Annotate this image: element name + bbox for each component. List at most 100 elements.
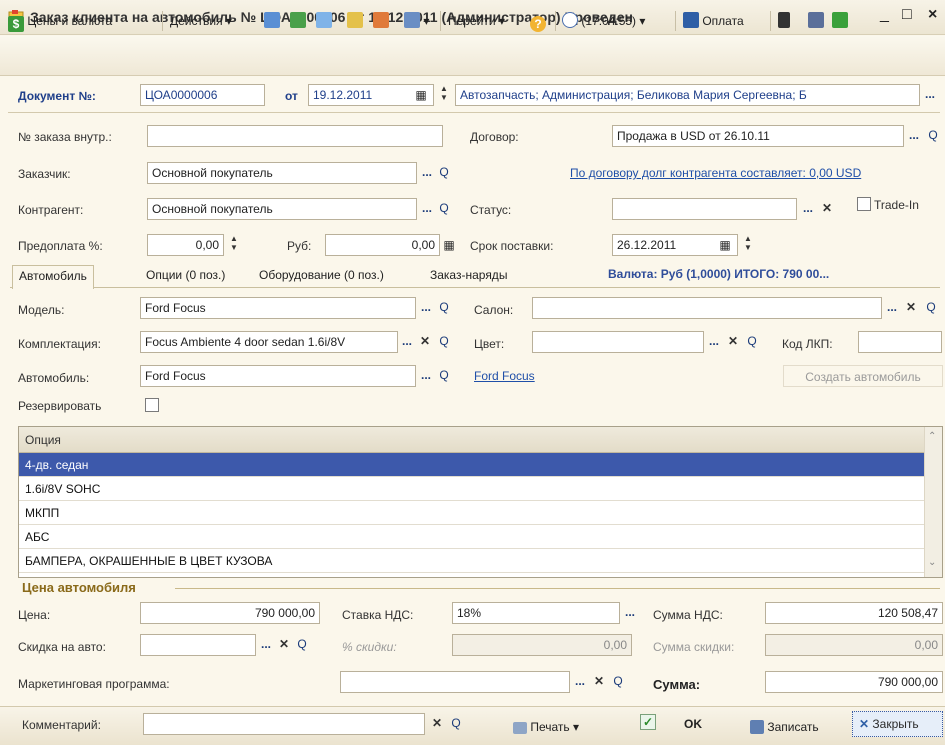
status-select-button[interactable]: ... xyxy=(800,200,816,218)
marketing-field[interactable] xyxy=(340,671,570,693)
color-field[interactable] xyxy=(532,331,704,353)
contract-select-button[interactable]: ... xyxy=(906,127,922,145)
marketing-search-icon[interactable]: Q xyxy=(611,673,625,691)
close-window-button[interactable]: × xyxy=(928,6,937,24)
calendar-icon[interactable]: ▦ xyxy=(413,86,429,104)
model-field[interactable]: Ford Focus xyxy=(140,297,416,319)
payment-button[interactable]: Оплата xyxy=(683,11,744,31)
total-field[interactable]: 790 000,00 xyxy=(765,671,943,693)
fill-button[interactable] xyxy=(264,11,280,31)
table-row[interactable]: 4-дв. седан xyxy=(19,453,924,477)
rub-field[interactable]: 0,00 xyxy=(325,234,440,256)
tab-options[interactable]: Опции (0 поз.) xyxy=(140,265,231,288)
scroll-down-icon[interactable]: ⌄ xyxy=(928,557,936,568)
help-button[interactable]: ? xyxy=(530,11,546,32)
ok-button[interactable]: OK xyxy=(684,717,702,731)
salon-clear-icon[interactable]: ✕ xyxy=(904,299,918,317)
goto-menu[interactable]: Перейти ▾ xyxy=(448,11,505,31)
reserve-checkbox[interactable] xyxy=(145,398,159,412)
salon-field[interactable] xyxy=(532,297,882,319)
kit-clear-icon[interactable]: ✕ xyxy=(418,333,432,351)
refresh-button[interactable] xyxy=(290,11,306,31)
customer-select-button[interactable]: ... xyxy=(419,164,435,182)
checkmark-icon[interactable]: ✓ xyxy=(640,714,656,730)
copy-button[interactable] xyxy=(316,11,332,31)
model-select-button[interactable]: ... xyxy=(418,299,434,317)
price-field[interactable]: 790 000,00 xyxy=(140,602,320,624)
comment-search-icon[interactable]: Q xyxy=(449,715,463,733)
table-row[interactable]: АБС xyxy=(19,525,924,549)
create-auto-button[interactable]: Создать автомобиль xyxy=(783,365,943,387)
close-button[interactable]: ✕ Закрыть xyxy=(852,711,943,737)
vat-rate-select-button[interactable]: ... xyxy=(622,604,638,622)
options-table[interactable]: Опция 4-дв. седан 1.6i/8V SOHC МКПП АБС … xyxy=(18,426,943,578)
kit-search-icon[interactable]: Q xyxy=(437,333,451,351)
options-scrollbar[interactable]: ⌃ ⌄ xyxy=(924,427,942,577)
debt-link[interactable]: По договору долг контрагента составляет:… xyxy=(570,166,861,180)
auto-link[interactable]: Ford Focus xyxy=(474,369,535,383)
discount-select-button[interactable]: ... xyxy=(258,636,274,654)
delivery-calendar-icon[interactable]: ▦ xyxy=(717,236,733,254)
auto-search-icon[interactable]: Q xyxy=(437,367,451,385)
based-on-button[interactable]: ▾ xyxy=(404,11,429,31)
kit-select-button[interactable]: ... xyxy=(399,333,415,351)
contract-field[interactable]: Продажа в USD от 26.10.11 xyxy=(612,125,904,147)
scroll-up-icon[interactable]: ⌃ xyxy=(928,431,936,442)
vat-sum-field[interactable]: 120 508,47 xyxy=(765,602,943,624)
comment-field[interactable] xyxy=(143,713,425,735)
options-column-header[interactable]: Опция xyxy=(19,427,942,453)
discount-search-icon[interactable]: Q xyxy=(295,636,309,654)
tab-equipment[interactable]: Оборудование (0 поз.) xyxy=(253,265,390,288)
organization-field[interactable]: Автозапчасть; Администрация; Беликова Ма… xyxy=(455,84,920,106)
discount-field[interactable] xyxy=(140,634,256,656)
discount-clear-icon[interactable]: ✕ xyxy=(277,636,291,654)
lkp-field[interactable] xyxy=(858,331,942,353)
print-button[interactable]: Печать ▾ xyxy=(513,717,579,737)
unpost-button[interactable] xyxy=(373,11,389,31)
time-button[interactable]: (17:04:55) ▾ xyxy=(562,11,645,31)
color-search-icon[interactable]: Q xyxy=(745,333,759,351)
counterparty-field[interactable]: Основной покупатель xyxy=(147,198,417,220)
auto-field[interactable]: Ford Focus xyxy=(140,365,416,387)
doc-number-field[interactable]: ЦОА0000006 xyxy=(140,84,265,106)
prices-currency-button[interactable]: $ Цены и валюта xyxy=(8,11,112,32)
color-select-button[interactable]: ... xyxy=(706,333,722,351)
report-button[interactable] xyxy=(832,11,848,31)
post-button[interactable] xyxy=(347,11,363,31)
marketing-clear-icon[interactable]: ✕ xyxy=(592,673,606,691)
table-row[interactable]: МКПП xyxy=(19,501,924,525)
color-clear-icon[interactable]: ✕ xyxy=(726,333,740,351)
auto-select-button[interactable]: ... xyxy=(418,367,434,385)
save-button[interactable]: Записать xyxy=(750,717,819,737)
structure-button[interactable] xyxy=(778,11,790,31)
model-search-icon[interactable]: Q xyxy=(437,299,451,317)
table-row[interactable]: БАМПЕРА, ОКРАШЕННЫЕ В ЦВЕТ КУЗОВА xyxy=(19,549,924,573)
tab-car[interactable]: Автомобиль xyxy=(12,265,94,289)
tab-work-orders[interactable]: Заказ-наряды xyxy=(424,265,513,288)
maximize-button[interactable]: □ xyxy=(902,6,912,24)
actions-menu[interactable]: Действия ▾ xyxy=(170,11,232,31)
comment-clear-icon[interactable]: ✕ xyxy=(430,715,444,733)
customer-search-icon[interactable]: Q xyxy=(437,164,451,182)
order-number-field[interactable] xyxy=(147,125,443,147)
minimize-button[interactable]: _ xyxy=(880,6,889,24)
calculator-icon[interactable]: ▦ xyxy=(441,236,457,254)
table-row[interactable]: 1.6i/8V SOHC xyxy=(19,477,924,501)
tradein-checkbox[interactable] xyxy=(857,197,871,211)
vat-rate-field[interactable]: 18% xyxy=(452,602,620,624)
counterparty-search-icon[interactable]: Q xyxy=(437,200,451,218)
marketing-select-button[interactable]: ... xyxy=(572,673,588,691)
contract-search-icon[interactable]: Q xyxy=(926,127,940,145)
kit-field[interactable]: Focus Ambiente 4 door sedan 1.6i/8V xyxy=(140,331,398,353)
delivery-spinner[interactable]: ▲ ▼ xyxy=(742,234,754,254)
organization-select-button[interactable]: ... xyxy=(922,86,938,104)
customer-field[interactable]: Основной покупатель xyxy=(147,162,417,184)
status-clear-icon[interactable]: ✕ xyxy=(820,200,834,218)
salon-search-icon[interactable]: Q xyxy=(924,299,938,317)
date-spinner[interactable]: ▲ ▼ xyxy=(438,84,450,104)
salon-select-button[interactable]: ... xyxy=(884,299,900,317)
prepay-field[interactable]: 0,00 xyxy=(147,234,224,256)
status-field[interactable] xyxy=(612,198,797,220)
counterparty-select-button[interactable]: ... xyxy=(419,200,435,218)
list-button[interactable] xyxy=(808,11,824,31)
